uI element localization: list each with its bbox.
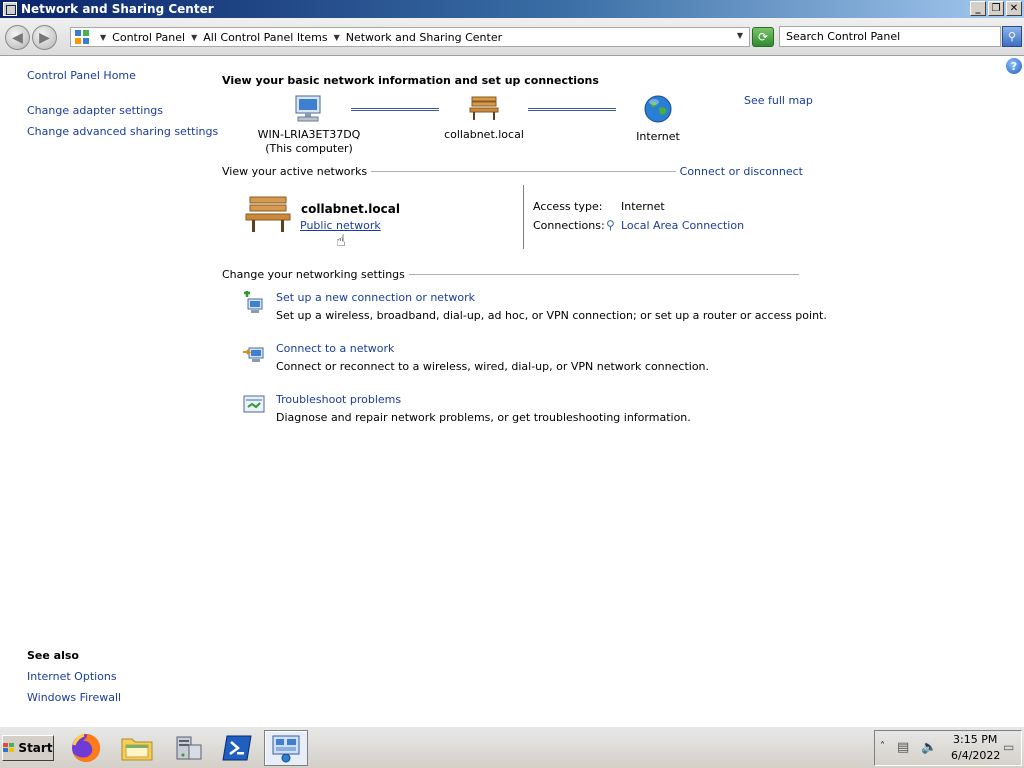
troubleshoot-desc: Diagnose and repair network problems, or…	[276, 411, 691, 424]
active-network-name: collabnet.local	[301, 202, 400, 216]
clock-date[interactable]: 6/4/2022	[951, 749, 1000, 762]
hand-cursor-icon: ☝	[336, 231, 346, 250]
title-bar: Network and Sharing Center _ ❐ ✕	[0, 0, 1024, 18]
bench-icon	[469, 96, 499, 120]
start-label: Start	[18, 741, 53, 755]
globe-icon	[644, 95, 672, 123]
internet-options-link[interactable]: Internet Options	[27, 670, 117, 683]
network-name: collabnet.local	[444, 128, 524, 141]
restore-button[interactable]: ❐	[988, 1, 1004, 16]
window-controls: _ ❐ ✕	[970, 1, 1022, 16]
internet-node: Internet	[620, 94, 696, 143]
address-bar[interactable]: ▼ Control Panel ▼ All Control Panel Item…	[70, 27, 750, 47]
bench-icon	[245, 196, 291, 232]
vertical-divider	[523, 185, 524, 249]
server-manager-icon-graphic	[176, 736, 202, 760]
volume-muted-icon[interactable]: 🔈	[921, 740, 937, 755]
taskbar: Start ˄ ▤ 🔈 ▭	[0, 726, 1024, 768]
network-node: collabnet.local	[440, 94, 528, 141]
search-input[interactable]: Search Control Panel	[779, 26, 1001, 47]
powershell-icon-graphic	[222, 735, 252, 761]
computer-sub: (This computer)	[265, 142, 353, 155]
setup-connection-link[interactable]: Set up a new connection or network	[276, 291, 475, 304]
divider	[371, 171, 676, 172]
connect-to-network-link[interactable]: Connect to a network	[276, 342, 394, 355]
chevron-right-icon[interactable]: ▼	[100, 33, 106, 42]
show-desktop-icon[interactable]: ▭	[1003, 740, 1014, 754]
new-connection-icon	[244, 291, 263, 313]
connections-label: Connections:	[533, 219, 605, 232]
settings-header: Change your networking settings	[222, 268, 803, 281]
search-icon[interactable]: ⚲	[1002, 26, 1022, 47]
control-panel-icon	[74, 29, 90, 45]
chevron-right-icon[interactable]: ▼	[334, 33, 340, 42]
window-title: Network and Sharing Center	[21, 2, 214, 16]
address-toolbar: ◀ ▶ ▼ Control Panel ▼ All Control Panel …	[0, 18, 1024, 56]
computer-icon	[295, 95, 321, 122]
control-panel-home-link[interactable]: Control Panel Home	[27, 69, 136, 82]
setup-connection-desc: Set up a wireless, broadband, dial-up, a…	[276, 309, 827, 322]
windows-firewall-link[interactable]: Windows Firewall	[27, 691, 121, 704]
breadcrumb-network-center[interactable]: Network and Sharing Center	[346, 31, 502, 44]
network-center-taskbar-button[interactable]	[264, 730, 308, 766]
internet-label: Internet	[636, 130, 680, 143]
connect-network-icon	[243, 347, 264, 362]
network-status-icon[interactable]: ▤	[897, 740, 909, 755]
start-button[interactable]: Start	[2, 735, 54, 761]
network-center-icon	[272, 735, 300, 763]
active-networks-header: View your active networks Connect or dis…	[222, 165, 803, 178]
connection-line	[351, 108, 439, 111]
connection-line	[528, 108, 616, 111]
breadcrumb-control-panel[interactable]: Control Panel	[112, 31, 185, 44]
chevron-right-icon[interactable]: ▼	[191, 33, 197, 42]
connect-to-network-desc: Connect or reconnect to a wireless, wire…	[276, 360, 710, 373]
firefox-icon-graphic	[72, 733, 101, 762]
firefox-icon[interactable]	[64, 730, 108, 766]
folder-icon[interactable]	[115, 730, 159, 766]
refresh-button[interactable]: ⟳	[752, 27, 774, 47]
computer-name: WIN-LRIA3ET37DQ	[257, 128, 361, 141]
network-center-icon	[3, 2, 17, 16]
divider	[408, 274, 799, 275]
breadcrumb-all-items[interactable]: All Control Panel Items	[203, 31, 327, 44]
see-also-heading: See also	[27, 649, 79, 662]
close-button[interactable]: ✕	[1006, 1, 1022, 16]
page-title: View your basic network information and …	[222, 74, 599, 87]
minimize-button[interactable]: _	[970, 1, 986, 16]
change-advanced-sharing-link[interactable]: Change advanced sharing settings	[27, 125, 218, 138]
active-networks-title: View your active networks	[222, 165, 368, 178]
change-adapter-settings-link[interactable]: Change adapter settings	[27, 104, 163, 117]
troubleshoot-icon	[243, 395, 265, 413]
back-button[interactable]: ◀	[5, 25, 30, 50]
access-type-label: Access type:	[533, 200, 603, 213]
settings-title: Change your networking settings	[222, 268, 405, 281]
connect-or-disconnect-link[interactable]: Connect or disconnect	[680, 165, 803, 178]
folder-icon-graphic	[121, 738, 153, 761]
troubleshoot-link[interactable]: Troubleshoot problems	[276, 393, 401, 406]
clock-time[interactable]: 3:15 PM	[953, 733, 997, 746]
computer-node: WIN-LRIA3ET37DQ (This computer)	[254, 94, 364, 155]
local-area-connection-link[interactable]: Local Area Connection	[621, 219, 744, 232]
server-manager-icon[interactable]	[166, 730, 210, 766]
help-button[interactable]: ?	[1006, 58, 1022, 74]
powershell-icon[interactable]	[215, 730, 259, 766]
see-full-map-link[interactable]: See full map	[744, 94, 813, 107]
forward-button[interactable]: ▶	[32, 25, 57, 50]
ethernet-icon: ⚲	[606, 218, 615, 232]
chevron-up-icon[interactable]: ˄	[880, 741, 885, 752]
windows-logo-icon	[3, 742, 16, 754]
access-type-value: Internet	[621, 200, 665, 213]
chevron-down-icon[interactable]: ▼	[737, 31, 743, 40]
